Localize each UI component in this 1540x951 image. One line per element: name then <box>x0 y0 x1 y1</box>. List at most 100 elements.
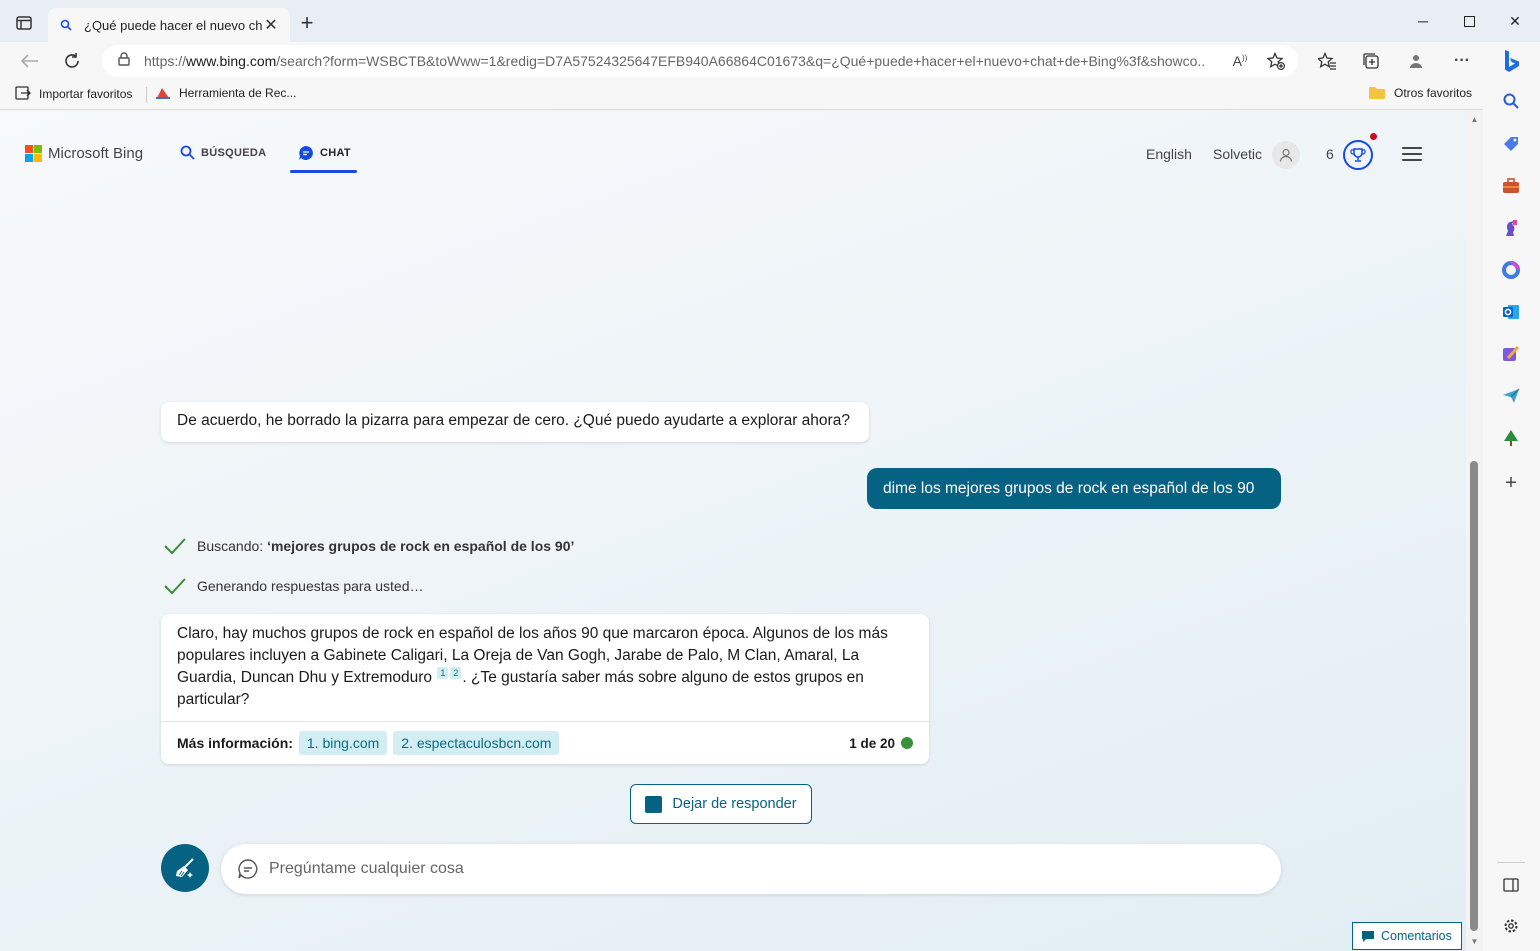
status-generating: Generando respuestas para usted… <box>163 576 423 596</box>
tree-icon[interactable] <box>1500 427 1522 449</box>
bing-copilot-icon[interactable] <box>1497 48 1525 76</box>
import-favorites-label: Importar favoritos <box>39 86 133 101</box>
folder-icon <box>1369 87 1385 99</box>
rewards-trophy-icon[interactable] <box>1343 140 1373 170</box>
turn-counter: 1 de 20 <box>849 736 913 751</box>
source-link-1[interactable]: 1. bing.com <box>298 731 388 755</box>
page-scrollbar[interactable]: ▲ ▼ <box>1466 111 1483 951</box>
more-options-icon[interactable]: ··· <box>1450 50 1474 72</box>
microsoft-logo-icon <box>25 145 42 162</box>
tools-briefcase-icon[interactable] <box>1500 175 1522 197</box>
learn-more-label: Más información: <box>177 735 293 751</box>
brand-label: Microsoft Bing <box>48 145 144 162</box>
tab-search[interactable]: BÚSQUEDA <box>180 145 266 160</box>
rewards-points: 6 <box>1326 146 1334 162</box>
answer-text: Claro, hay muchos grupos de rock en espa… <box>177 625 888 708</box>
outlook-icon[interactable] <box>1500 301 1522 323</box>
refresh-icon[interactable] <box>58 48 86 74</box>
edge-sidebar: + <box>1483 42 1540 951</box>
sidebar-settings-gear-icon[interactable] <box>1500 915 1522 937</box>
tab-search-label: BÚSQUEDA <box>201 146 267 159</box>
import-favorites-item[interactable]: Importar favoritos <box>15 86 132 101</box>
address-bar[interactable]: https://www.bing.com/search?form=WSBCTB&… <box>102 45 1298 77</box>
citation-1[interactable]: 1 <box>437 667 449 679</box>
browser-tab[interactable]: ¿Qué puede hacer el nuevo chat de Bing? … <box>48 8 290 42</box>
tab-title: ¿Qué puede hacer el nuevo chat de Bing? <box>84 17 262 33</box>
user-icon <box>1279 148 1293 162</box>
feedback-label: Comentarios <box>1381 929 1452 943</box>
other-favorites-label: Otros favoritos <box>1394 86 1473 100</box>
minimize-icon[interactable]: ─ <box>1400 8 1446 34</box>
chat-bubble-icon <box>299 146 313 160</box>
chat-input-icon <box>238 859 258 879</box>
scroll-down-icon[interactable]: ▼ <box>1470 938 1479 946</box>
search-icon[interactable] <box>1500 90 1522 112</box>
bing-chat-page: Microsoft Bing BÚSQUEDA CHAT English Sol… <box>0 111 1466 951</box>
read-aloud-icon[interactable]: A)) <box>1228 50 1252 72</box>
user-name[interactable]: Solvetic <box>1213 146 1262 162</box>
url-text: https://www.bing.com/search?form=WSBCTB&… <box>144 53 1204 69</box>
citation-2[interactable]: 2 <box>450 667 462 679</box>
avatar[interactable] <box>1272 141 1300 169</box>
other-favorites-item[interactable]: Otros favoritos <box>1368 86 1472 100</box>
maximize-icon[interactable] <box>1446 8 1492 34</box>
tab-strip: ¿Qué puede hacer el nuevo chat de Bing? … <box>0 0 1540 42</box>
checkmark-icon <box>164 538 186 555</box>
stop-responding-button[interactable]: Dejar de responder <box>630 784 812 824</box>
stop-icon <box>645 795 663 813</box>
games-icon[interactable] <box>1500 217 1522 239</box>
status-searching: Buscando: ‘mejores grupos de rock en esp… <box>163 536 574 556</box>
user-message: dime los mejores grupos de rock en españ… <box>867 468 1281 509</box>
scrollbar-thumb[interactable] <box>1470 461 1478 931</box>
chat-input-box[interactable] <box>221 844 1281 894</box>
turn-counter-text: 1 de 20 <box>849 735 895 751</box>
chat-tab-indicator <box>290 170 357 173</box>
send-drop-icon[interactable] <box>1500 385 1522 407</box>
greeting-text: De acuerdo, he borrado la pizarra para e… <box>177 412 850 429</box>
status-searching-text: Buscando: ‘mejores grupos de rock en esp… <box>197 538 575 554</box>
hide-sidebar-icon[interactable] <box>1500 874 1522 896</box>
chat-input[interactable] <box>269 860 1281 878</box>
add-sidebar-app-icon[interactable]: + <box>1500 472 1522 494</box>
broom-icon <box>176 858 194 878</box>
sidebar-divider <box>1497 862 1525 863</box>
favorites-bar: Importar favoritos Herramienta de Rec...… <box>0 80 1540 110</box>
bing-logo[interactable]: Microsoft Bing <box>25 145 143 162</box>
collections-icon[interactable] <box>1359 50 1383 72</box>
tab-chat-label: CHAT <box>320 147 351 159</box>
bot-answer-message: Claro, hay muchos grupos de rock en espa… <box>161 614 929 764</box>
lock-icon[interactable] <box>118 51 130 71</box>
language-switch[interactable]: English <box>1146 146 1192 162</box>
feedback-icon <box>1362 930 1374 942</box>
tool-favorite-item[interactable]: Herramienta de Rec... <box>155 86 296 100</box>
notification-dot <box>1370 133 1377 140</box>
user-message-text: dime los mejores grupos de rock en españ… <box>883 479 1255 497</box>
microsoft-365-icon[interactable] <box>1500 259 1522 281</box>
import-icon <box>15 86 31 100</box>
new-topic-button[interactable] <box>161 844 209 892</box>
favorites-divider <box>146 87 147 103</box>
bot-greeting-message: De acuerdo, he borrado la pizarra para e… <box>161 402 869 442</box>
source-link-2[interactable]: 2. espectaculosbcn.com <box>393 731 560 755</box>
back-arrow-icon[interactable] <box>16 48 44 74</box>
tool-favicon-icon <box>156 88 170 99</box>
browser-toolbar: https://www.bing.com/search?form=WSBCTB&… <box>0 42 1540 80</box>
tab-chat[interactable]: CHAT <box>298 145 351 161</box>
profile-icon[interactable] <box>1404 50 1428 72</box>
new-tab-button[interactable]: + <box>296 12 318 34</box>
learn-more-bar: Más información: 1. bing.com 2. espectac… <box>161 721 929 764</box>
tab-actions-icon[interactable] <box>10 11 38 35</box>
search-icon <box>180 145 195 160</box>
stop-responding-label: Dejar de responder <box>672 796 797 812</box>
menu-icon[interactable] <box>1402 147 1422 161</box>
status-dot <box>901 737 913 749</box>
scroll-up-icon[interactable]: ▲ <box>1470 116 1479 124</box>
close-tab-icon[interactable]: ✕ <box>262 16 280 34</box>
add-favorite-icon[interactable] <box>1264 50 1288 72</box>
shopping-tag-icon[interactable] <box>1500 133 1522 155</box>
close-window-icon[interactable]: ✕ <box>1492 8 1538 34</box>
feedback-button[interactable]: Comentarios <box>1352 922 1462 950</box>
checkmark-icon <box>164 578 186 595</box>
favorites-icon[interactable] <box>1315 50 1339 72</box>
designer-icon[interactable] <box>1500 343 1522 365</box>
